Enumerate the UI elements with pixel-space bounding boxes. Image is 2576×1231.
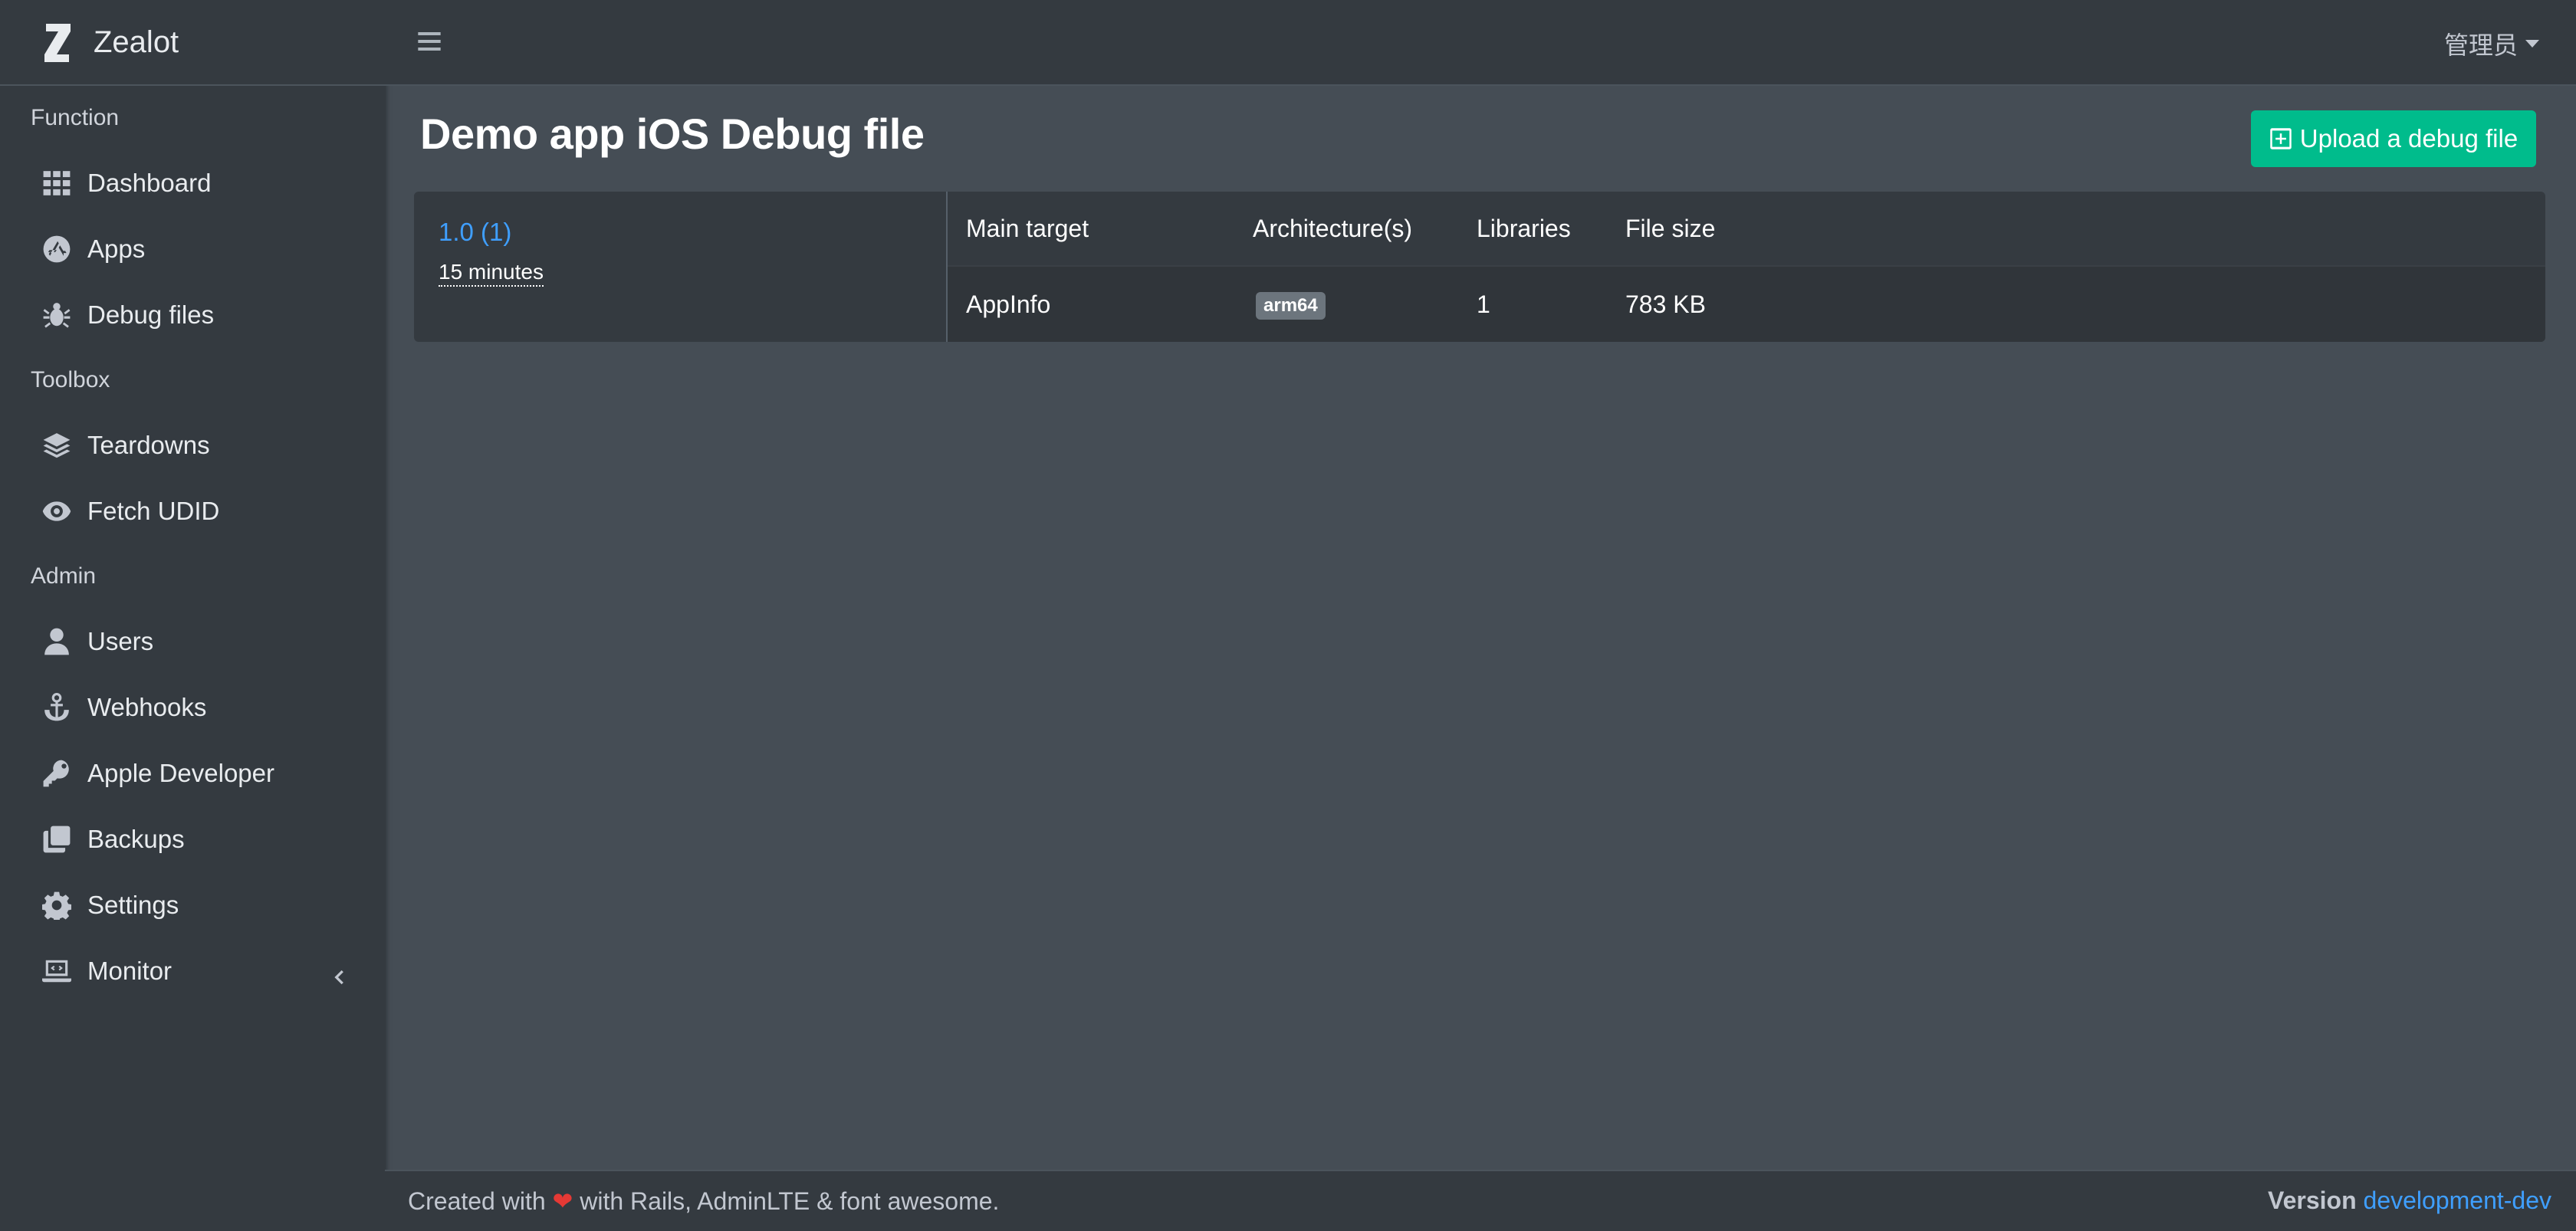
sidebar-item-label: Dashboard xyxy=(87,169,212,197)
brand-name: Zealot xyxy=(94,25,179,59)
sidebar-item-webhooks[interactable]: Webhooks xyxy=(0,675,385,740)
sidebar-item-label: Settings xyxy=(87,891,179,919)
cell-architecture: arm64 xyxy=(1256,289,1326,320)
footer-created-prefix: Created with xyxy=(408,1187,546,1215)
column-header-libraries: Libraries xyxy=(1477,214,1571,242)
sidebar-item-label: Webhooks xyxy=(87,693,207,721)
cell-libraries: 1 xyxy=(1477,290,1490,318)
page-title: Demo app iOS Debug file xyxy=(420,110,925,158)
upload-button-label: Upload a debug file xyxy=(2299,124,2518,153)
upload-debug-file-button[interactable]: Upload a debug file xyxy=(2251,110,2536,167)
sidebar-item-dashboard[interactable]: Dashboard xyxy=(0,150,385,216)
sidebar-item-label: Users xyxy=(87,627,154,655)
cell-file-size: 783 KB xyxy=(1625,290,1706,318)
layers-icon xyxy=(41,430,72,461)
version-link[interactable]: 1.0 (1) xyxy=(439,218,511,247)
table-header: Main target Architecture(s) Libraries Fi… xyxy=(948,192,2545,267)
copy-icon xyxy=(41,824,72,855)
footer-credits: Created with ❤ with Rails, AdminLTE & fo… xyxy=(408,1187,999,1216)
plus-square-icon xyxy=(2270,128,2292,149)
version-pane: 1.0 (1) 15 minutes xyxy=(414,192,948,342)
laptop-code-icon xyxy=(41,956,72,986)
cell-main-target: AppInfo xyxy=(966,290,1051,318)
caret-down-icon xyxy=(2525,40,2539,48)
version-time: 15 minutes xyxy=(439,259,544,287)
top-navbar: 管理员 xyxy=(385,0,2576,86)
bug-icon xyxy=(41,300,72,330)
heart-icon: ❤ xyxy=(552,1187,573,1215)
nav-header-toolbox: Toolbox xyxy=(31,367,110,392)
column-header-architectures: Architecture(s) xyxy=(1253,214,1413,242)
table-row: AppInfo arm64 1 783 KB xyxy=(948,267,2545,342)
user-icon xyxy=(41,626,72,657)
brand[interactable]: Zealot xyxy=(0,0,385,86)
footer: Created with ❤ with Rails, AdminLTE & fo… xyxy=(385,1170,2576,1231)
sidebar-item-teardowns[interactable]: Teardowns xyxy=(0,412,385,478)
key-icon xyxy=(41,758,72,789)
column-header-file-size: File size xyxy=(1625,214,1716,242)
sidebar-item-label: Monitor xyxy=(87,957,172,985)
footer-created-suffix: with Rails, AdminLTE & font awesome. xyxy=(580,1187,1000,1215)
sidebar-item-monitor[interactable]: Monitor xyxy=(0,938,385,1004)
debug-files-table: Main target Architecture(s) Libraries Fi… xyxy=(948,192,2545,342)
footer-version: Version development-dev xyxy=(2268,1187,2551,1215)
sidebar-item-label: Apps xyxy=(87,235,146,263)
sidebar-item-apple-developer[interactable]: Apple Developer xyxy=(0,740,385,806)
chevron-left-icon[interactable] xyxy=(330,963,347,985)
grid-icon xyxy=(41,168,72,199)
column-header-main-target: Main target xyxy=(966,214,1089,242)
sidebar-item-label: Apple Developer xyxy=(87,759,274,787)
hamburger-menu-icon[interactable] xyxy=(417,29,442,54)
debug-file-card: 1.0 (1) 15 minutes Main target Architect… xyxy=(414,192,2545,342)
sidebar-item-label: Debug files xyxy=(87,300,215,329)
eye-icon xyxy=(41,496,72,527)
sidebar-item-label: Backups xyxy=(87,825,185,853)
footer-version-label: Version xyxy=(2268,1187,2357,1214)
nav-header-function: Function xyxy=(31,105,120,130)
sidebar-item-debug-files[interactable]: Debug files xyxy=(0,282,385,348)
zealot-logo-icon xyxy=(44,24,71,62)
gear-icon xyxy=(41,890,72,921)
sidebar-item-label: Teardowns xyxy=(87,431,210,459)
sidebar-item-fetch-udid[interactable]: Fetch UDID xyxy=(0,478,385,544)
user-menu-dropdown[interactable]: 管理员 xyxy=(2444,26,2539,61)
sidebar: Zealot Function Dashboard Apps Debug fil… xyxy=(0,0,385,1231)
sidebar-item-backups[interactable]: Backups xyxy=(0,806,385,872)
sidebar-item-users[interactable]: Users xyxy=(0,609,385,675)
nav-header-admin: Admin xyxy=(31,563,97,589)
sidebar-item-settings[interactable]: Settings xyxy=(0,872,385,938)
sidebar-item-label: Fetch UDID xyxy=(87,497,220,525)
anchor-icon xyxy=(41,692,72,723)
sidebar-item-apps[interactable]: Apps xyxy=(0,216,385,282)
app-store-icon xyxy=(41,234,72,264)
footer-version-link[interactable]: development-dev xyxy=(2364,1187,2551,1214)
user-menu-label: 管理员 xyxy=(2443,31,2518,59)
architecture-badge: arm64 xyxy=(1256,292,1326,320)
